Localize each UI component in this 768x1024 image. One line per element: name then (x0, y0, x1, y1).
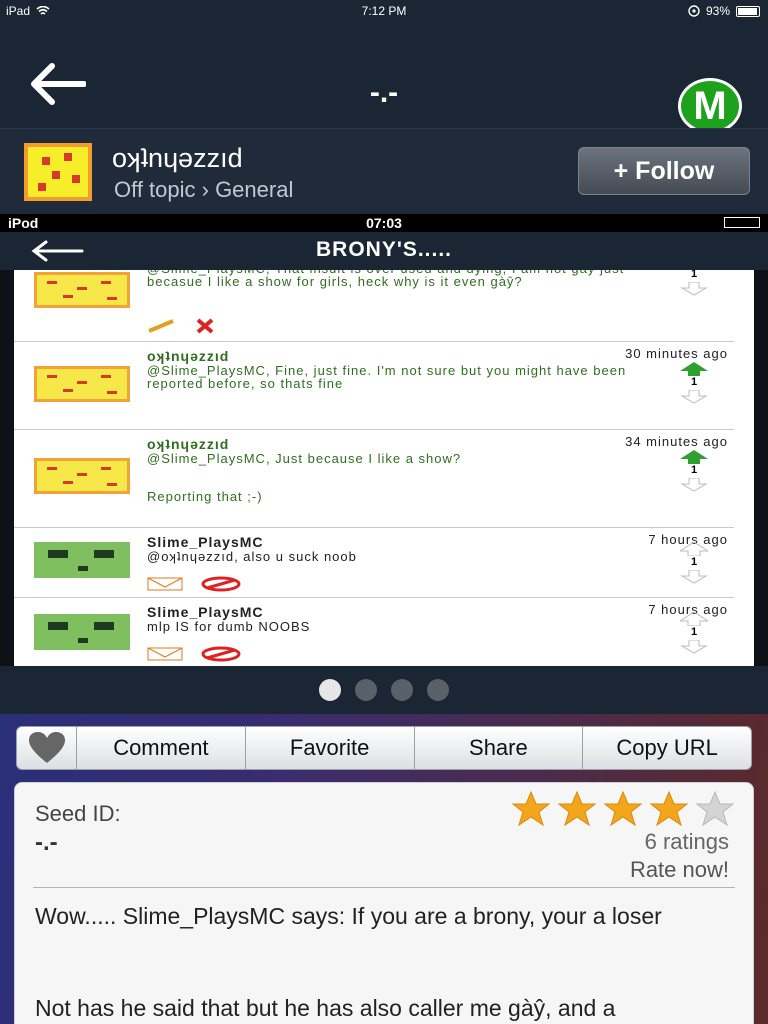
delete-icon (196, 318, 214, 334)
vote-count: 1 (690, 270, 698, 280)
inner-battery-icon (724, 217, 760, 228)
vote-control: 1 (672, 270, 716, 300)
list-item: @Slime_PlaysMC, That insult is over used… (14, 270, 734, 342)
page-title: -.- (369, 76, 399, 109)
list-item: Slime_PlaysMC 7 hours ago @oʞʇnɥǝzzıd, a… (14, 528, 734, 598)
report-icon (201, 646, 241, 662)
share-button[interactable]: Share (415, 727, 584, 769)
seed-body-paragraph-1: Wow..... Slime_PlaysMC says: If you are … (35, 903, 662, 929)
app-screen: iPad 7:12 PM 93% -.- M oʞʇnɥǝzzıd Off to… (0, 0, 768, 1024)
star-icon[interactable] (603, 791, 643, 827)
avatar (34, 614, 130, 650)
comment-text: @Slime_PlaysMC, Just because I like a sh… (147, 451, 462, 466)
star-rating[interactable] (511, 791, 735, 827)
comment-author: oʞʇnɥǝzzıd (147, 436, 230, 452)
vote-control: 1 (672, 450, 716, 496)
star-icon[interactable] (557, 791, 597, 827)
comment-author: Slime_PlaysMC (147, 534, 264, 550)
list-item: oʞʇnɥǝzzıd 30 minutes ago @Slime_PlaysMC… (14, 342, 734, 430)
downvote-arrow-icon (680, 478, 708, 492)
seed-body-paragraph-2: Not has he said that but he has also cal… (35, 995, 616, 1021)
orientation-lock-icon (688, 5, 700, 17)
status-time: 7:12 PM (361, 4, 407, 18)
avatar (34, 542, 130, 578)
star-icon[interactable] (511, 791, 551, 827)
page-dot-2[interactable] (355, 679, 377, 701)
vote-count: 1 (690, 464, 698, 476)
comment-actions (147, 576, 241, 592)
reply-icon (147, 577, 183, 591)
downvote-arrow-icon (680, 640, 708, 654)
comment-text: @Slime_PlaysMC, That insult is over used… (147, 270, 623, 289)
category-breadcrumb[interactable]: Off topic › General (114, 177, 293, 203)
seed-card: Seed ID: -.- 6 ratings Rate now! Wow....… (14, 782, 754, 1024)
battery-percent: 93% (705, 4, 730, 18)
downvote-arrow-icon (680, 570, 708, 584)
comment-button[interactable]: Comment (77, 727, 246, 769)
comment-text: mlp IS for dumb NOOBS (147, 619, 311, 634)
avatar (34, 272, 130, 308)
vote-control: 1 (672, 612, 716, 658)
star-icon[interactable] (649, 791, 689, 827)
inner-status-bar: iPod 07:03 (0, 214, 768, 232)
action-toolbar: Comment Favorite Share Copy URL (16, 726, 752, 770)
status-bar: iPad 7:12 PM 93% (0, 0, 768, 22)
list-item: oʞʇnɥǝzzıd 34 minutes ago @Slime_PlaysMC… (14, 430, 734, 528)
page-dot-4[interactable] (427, 679, 449, 701)
app-logo[interactable]: M (678, 78, 742, 134)
comment-author: oʞʇnɥǝzzıd (147, 348, 230, 364)
comment-text: @oʞʇnɥǝzzıd, also u suck noob (147, 549, 357, 564)
vote-count: 1 (690, 376, 698, 388)
downvote-arrow-icon (680, 390, 708, 404)
downvote-arrow-icon (680, 282, 708, 296)
author-bar: oʞʇnɥǝzzıd Off topic › General + Follow (0, 128, 768, 214)
nav-bar: -.- M (0, 22, 768, 134)
upvote-arrow-icon (680, 612, 708, 626)
avatar (34, 366, 130, 402)
ratings-count: 6 ratings (644, 829, 729, 854)
follow-button[interactable]: + Follow (578, 147, 750, 195)
vote-count: 1 (690, 626, 698, 638)
page-dot-3[interactable] (391, 679, 413, 701)
comment-actions (147, 318, 215, 334)
inner-time: 07:03 (366, 215, 402, 231)
copy-url-button[interactable]: Copy URL (583, 727, 751, 769)
comment-actions (147, 646, 241, 662)
edit-icon (148, 319, 174, 333)
seed-id-label: Seed ID: (35, 801, 121, 826)
battery-icon (736, 5, 760, 17)
embedded-screenshot[interactable]: iPod 07:03 BRONY'S..... @Slime_PlaysMC, … (0, 214, 768, 666)
upvote-arrow-icon (680, 362, 708, 376)
avatar (34, 458, 130, 494)
favorite-button[interactable]: Favorite (246, 727, 415, 769)
author-name[interactable]: oʞʇnɥǝzzıd (112, 143, 243, 174)
comment-time: 34 minutes ago (625, 434, 728, 449)
heart-icon (28, 732, 65, 763)
vote-control: 1 (672, 542, 716, 588)
reply-icon (147, 647, 183, 661)
author-avatar[interactable] (24, 143, 92, 201)
page-dot-1[interactable] (319, 679, 341, 701)
comment-time: 30 minutes ago (625, 346, 728, 361)
like-button[interactable] (17, 727, 77, 769)
rate-now-link[interactable]: Rate now! (630, 857, 729, 883)
seed-id-value: -.- (35, 829, 58, 856)
page-indicator (0, 666, 768, 714)
star-empty-icon[interactable] (695, 791, 735, 827)
inner-title: BRONY'S..... (315, 238, 452, 261)
vote-count: 1 (690, 556, 698, 568)
comment-text: @Slime_PlaysMC, Fine, just fine. I'm not… (147, 363, 627, 391)
vote-control: 1 (672, 362, 716, 408)
upvote-arrow-icon (680, 542, 708, 556)
inner-nav-bar: BRONY'S..... (0, 232, 768, 270)
upvote-arrow-icon (680, 450, 708, 464)
comment-list: @Slime_PlaysMC, That insult is over used… (14, 270, 754, 666)
report-icon (201, 576, 241, 592)
divider (33, 887, 735, 888)
comment-text-extra: Reporting that ;-) (147, 489, 263, 504)
comment-author: Slime_PlaysMC (147, 604, 264, 620)
list-item: Slime_PlaysMC 7 hours ago mlp IS for dum… (14, 598, 734, 666)
